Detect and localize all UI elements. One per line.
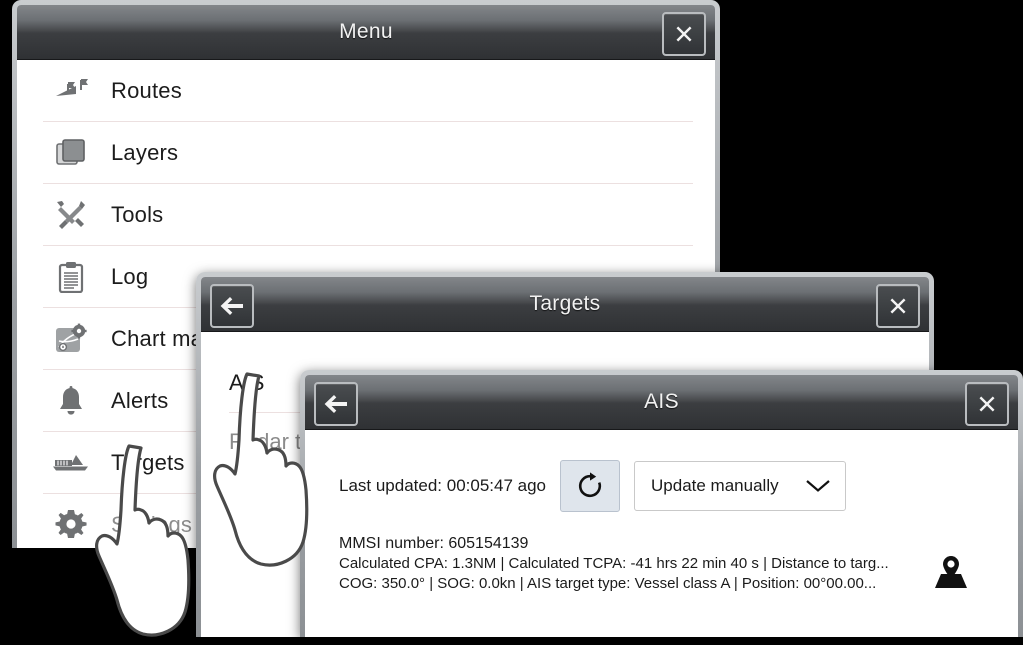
gear-icon	[43, 509, 99, 541]
last-updated-label: Last updated: 00:05:47 ago	[339, 476, 547, 495]
clipboard-log-icon	[43, 261, 99, 293]
close-icon	[890, 298, 906, 314]
ais-titlebar: AIS	[305, 375, 1018, 430]
targets-item-label: AIS	[229, 370, 265, 395]
chevron-down-icon	[806, 480, 830, 492]
menu-item-label: Targets	[111, 449, 185, 475]
ais-detail-line: MMSI number: 605154139	[339, 535, 529, 552]
menu-titlebar: Menu	[17, 5, 715, 60]
map-pin-icon[interactable]	[928, 552, 974, 597]
ais-detail-lines: MMSI number: 605154139 Calculated CPA: 1…	[339, 534, 1018, 594]
back-arrow-icon	[220, 297, 243, 315]
menu-item-label: Tools	[111, 201, 164, 227]
menu-item-routes[interactable]: Routes	[43, 60, 693, 122]
menu-item-layers[interactable]: Layers	[43, 122, 693, 184]
menu-item-tools[interactable]: Tools	[43, 184, 693, 246]
route-flags-icon	[43, 78, 99, 104]
ais-detail-line: COG: 350.0° | SOG: 0.0kn | AIS target ty…	[339, 575, 877, 592]
menu-item-label: Layers	[111, 139, 179, 165]
menu-title: Menu	[339, 20, 393, 43]
ais-title: AIS	[644, 390, 679, 413]
ais-back-button[interactable]	[314, 382, 358, 426]
ais-body: Last updated: 00:05:47 ago Update manual…	[305, 430, 1018, 637]
update-mode-dropdown[interactable]: Update manually	[634, 461, 847, 511]
targets-close-button[interactable]	[876, 284, 920, 328]
menu-item-label: Settings	[111, 511, 193, 537]
targets-title: Targets	[529, 292, 601, 315]
bell-icon	[43, 385, 99, 416]
chart-manager-icon	[43, 323, 99, 355]
targets-titlebar: Targets	[201, 277, 929, 332]
layers-icon	[43, 138, 99, 167]
vessel-icon	[43, 452, 99, 474]
back-arrow-icon	[324, 395, 347, 413]
refresh-icon	[578, 472, 602, 498]
menu-item-label: Log	[111, 263, 149, 289]
ais-close-button[interactable]	[965, 382, 1009, 426]
refresh-button[interactable]	[560, 460, 621, 512]
menu-item-label: Chart ma	[111, 325, 204, 351]
close-icon	[979, 396, 995, 412]
ais-dialog: AIS Last updated: 00:05:47 ago Update ma…	[300, 370, 1023, 637]
close-icon	[676, 26, 692, 42]
ais-update-row: Last updated: 00:05:47 ago Update manual…	[339, 460, 1018, 512]
ais-dialog-inner: AIS Last updated: 00:05:47 ago Update ma…	[305, 375, 1018, 637]
ais-detail-line: Calculated CPA: 1.3NM | Calculated TCPA:…	[339, 555, 889, 572]
menu-item-label: Alerts	[111, 387, 169, 413]
targets-back-button[interactable]	[210, 284, 254, 328]
menu-item-label: Routes	[111, 77, 182, 103]
update-mode-value: Update manually	[651, 476, 779, 495]
tools-icon	[43, 199, 99, 231]
menu-close-button[interactable]	[662, 12, 706, 56]
